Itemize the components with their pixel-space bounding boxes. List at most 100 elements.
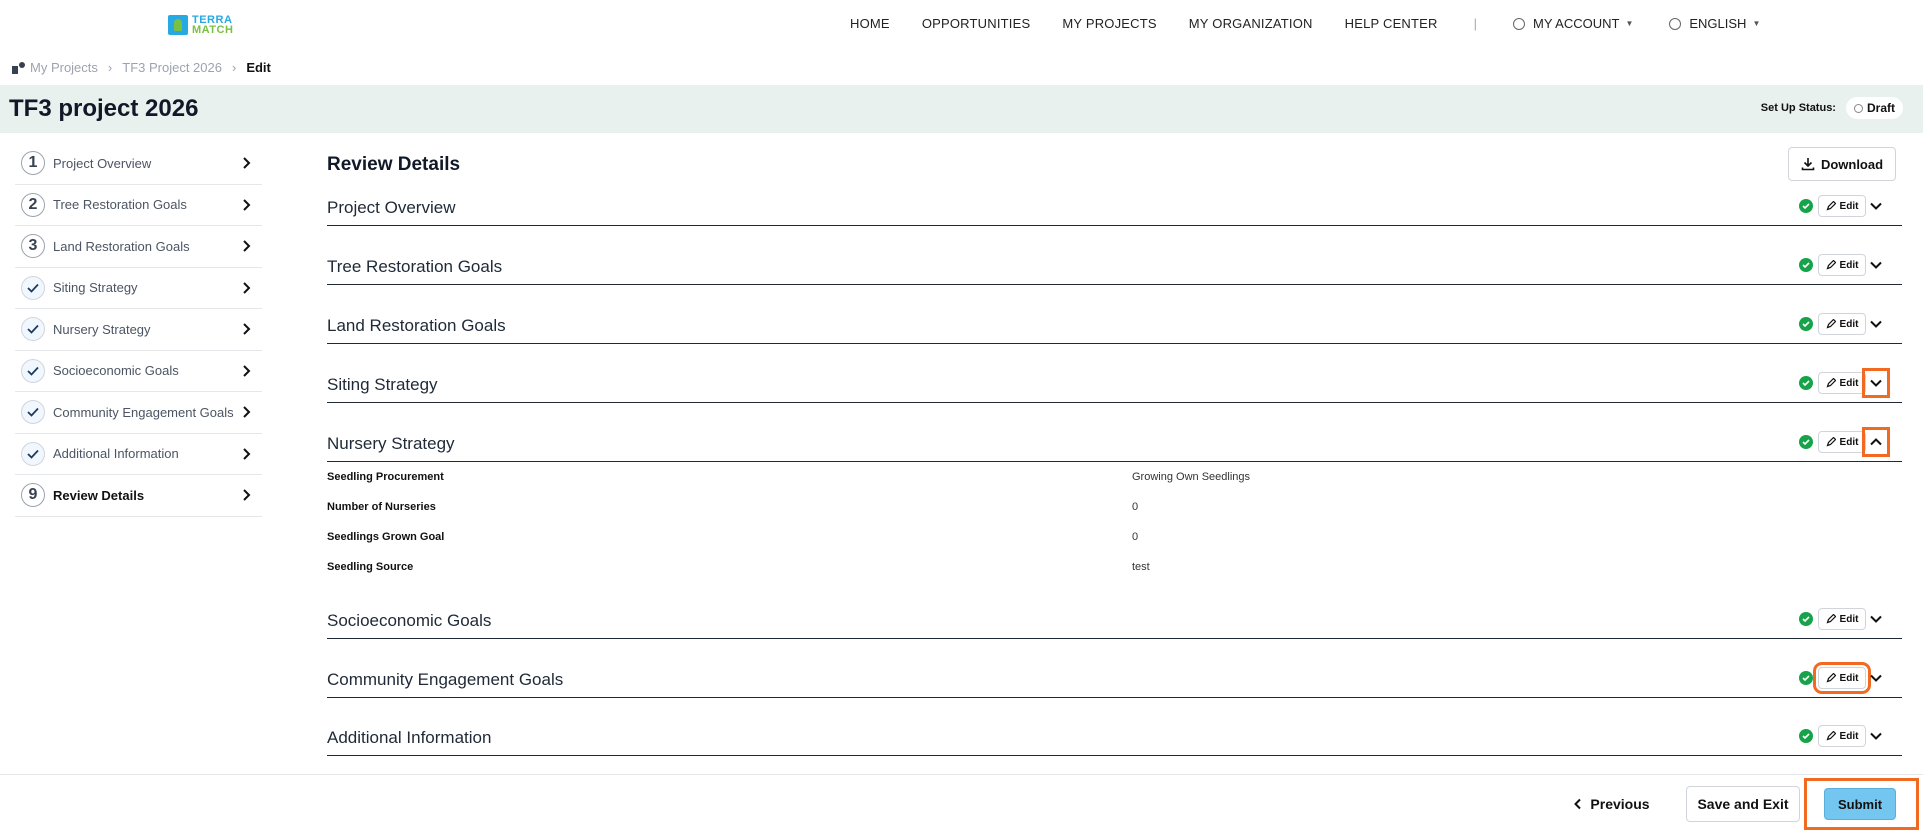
expand-toggle[interactable] (1862, 368, 1890, 398)
section-nursery-strategy: Nursery Strategy Edit Seedling Procureme… (327, 422, 1902, 573)
nav-my-projects[interactable]: MY PROJECTS (1062, 16, 1156, 31)
sidebar-step-tree-restoration-goals[interactable]: 2 Tree Restoration Goals (15, 185, 262, 226)
caret-down-icon: ▼ (1752, 19, 1761, 28)
section-header[interactable]: Tree Restoration Goals Edit (327, 245, 1902, 285)
section-title: Siting Strategy (327, 375, 438, 394)
sidebar-step-community-engagement-goals[interactable]: Community Engagement Goals (15, 392, 262, 434)
check-circle-icon (1799, 258, 1813, 272)
check-circle-icon (1799, 612, 1813, 626)
nav-help-center[interactable]: HELP CENTER (1345, 16, 1438, 31)
edit-button[interactable]: Edit (1818, 195, 1866, 217)
section-community-engagement-goals: Community Engagement Goals Edit (327, 658, 1902, 698)
breadcrumb: My Projects › TF3 Project 2026 › Edit (12, 60, 271, 75)
chevron-down-icon (1870, 674, 1882, 682)
check-circle-icon (1799, 671, 1813, 685)
edit-label: Edit (1839, 377, 1859, 389)
edit-label: Edit (1839, 200, 1859, 212)
chevron-right-icon (243, 406, 251, 418)
check-icon (21, 317, 45, 342)
step-number: 3 (21, 234, 45, 259)
nav-separator: | (1473, 16, 1478, 31)
section-header[interactable]: Additional Information Edit (327, 716, 1902, 756)
detail-label: Seedlings Grown Goal (327, 531, 445, 543)
sidebar-step-socioeconomic-goals[interactable]: Socioeconomic Goals (15, 351, 262, 392)
edit-button[interactable]: Edit (1818, 313, 1866, 335)
nav-home[interactable]: HOME (850, 16, 890, 31)
submit-button[interactable]: Submit (1824, 788, 1896, 820)
edit-button[interactable]: Edit (1818, 431, 1866, 453)
expand-toggle[interactable] (1867, 726, 1885, 746)
download-label: Download (1820, 156, 1884, 172)
globe-icon (1669, 17, 1682, 30)
edit-button[interactable]: Edit (1818, 608, 1866, 630)
check-icon (21, 275, 45, 300)
step-label: Community Engagement Goals (53, 404, 234, 420)
step-label: Socioeconomic Goals (53, 363, 179, 379)
section-header[interactable]: Land Restoration Goals Edit (327, 304, 1902, 344)
section-header[interactable]: Siting Strategy Edit (327, 363, 1902, 403)
expand-toggle[interactable] (1867, 255, 1885, 275)
terramatch-logo[interactable]: TERRA MATCH (168, 13, 233, 37)
section-land-restoration-goals: Land Restoration Goals Edit (327, 304, 1902, 344)
step-label: Tree Restoration Goals (53, 197, 187, 213)
chevron-down-icon (1870, 261, 1882, 269)
edit-label: Edit (1839, 436, 1859, 448)
expand-toggle[interactable] (1867, 668, 1885, 688)
edit-label: Edit (1839, 613, 1859, 625)
nursery-details: Seedling Procurement Growing Own Seedlin… (327, 463, 1902, 583)
detail-label: Seedling Procurement (327, 471, 444, 483)
save-and-exit-button[interactable]: Save and Exit (1686, 786, 1800, 822)
edit-button[interactable]: Edit (1818, 254, 1866, 276)
logo-text-line2: MATCH (192, 24, 234, 36)
expand-toggle[interactable] (1867, 196, 1885, 216)
form-footer: Previous Save and Exit Submit (0, 774, 1923, 831)
language-dropdown[interactable]: ENGLISH ▼ (1669, 16, 1760, 31)
section-title: Land Restoration Goals (327, 316, 506, 335)
sidebar-step-additional-information[interactable]: Additional Information (15, 434, 262, 475)
section-header[interactable]: Community Engagement Goals Edit (327, 658, 1902, 698)
check-circle-icon (1799, 435, 1813, 449)
sidebar-step-nursery-strategy[interactable]: Nursery Strategy (15, 309, 262, 351)
detail-value: Growing Own Seedlings (1132, 471, 1251, 483)
check-circle-icon (1799, 317, 1813, 331)
section-title: Community Engagement Goals (327, 670, 564, 689)
sidebar-step-land-restoration-goals[interactable]: 3 Land Restoration Goals (15, 226, 262, 268)
breadcrumb-my-projects[interactable]: My Projects (30, 60, 98, 75)
check-icon (21, 400, 45, 425)
expand-toggle[interactable] (1867, 609, 1885, 629)
edit-button[interactable]: Edit (1818, 725, 1866, 747)
nav-my-organization[interactable]: MY ORGANIZATION (1189, 16, 1313, 31)
section-header[interactable]: Project Overview Edit (327, 186, 1902, 226)
my-account-dropdown[interactable]: MY ACCOUNT ▼ (1513, 16, 1633, 31)
nav-opportunities[interactable]: OPPORTUNITIES (922, 16, 1031, 31)
sidebar-step-project-overview[interactable]: 1 Project Overview (15, 143, 262, 185)
chevron-right-icon (243, 240, 251, 252)
language-label: ENGLISH (1689, 16, 1747, 31)
detail-row: Seedling Source test (327, 553, 1902, 583)
detail-row: Number of Nurseries 0 (327, 493, 1902, 523)
section-header[interactable]: Socioeconomic Goals Edit (327, 599, 1902, 639)
sidebar-step-siting-strategy[interactable]: Siting Strategy (15, 268, 262, 309)
step-label: Additional Information (53, 446, 179, 462)
chevron-down-icon (1870, 732, 1882, 740)
section-header[interactable]: Nursery Strategy Edit (327, 422, 1902, 462)
breadcrumb-project[interactable]: TF3 Project 2026 (122, 60, 222, 75)
chevron-right-icon (243, 447, 251, 460)
pencil-icon (1826, 437, 1836, 447)
download-button[interactable]: Download (1788, 147, 1896, 181)
review-title: Review Details (327, 154, 461, 175)
expand-toggle[interactable] (1867, 314, 1885, 334)
collapse-toggle[interactable] (1862, 427, 1890, 457)
edit-button[interactable]: Edit (1818, 372, 1866, 394)
chevron-down-icon (1870, 379, 1882, 387)
step-number: 1 (21, 151, 45, 176)
previous-button[interactable]: Previous (1568, 786, 1654, 822)
pencil-icon (1826, 614, 1836, 624)
section-title: Socioeconomic Goals (327, 611, 492, 630)
detail-label: Seedling Source (327, 561, 414, 573)
setup-status-label: Set Up Status: (1760, 102, 1836, 114)
section-title: Nursery Strategy (327, 434, 455, 453)
step-number: 2 (21, 192, 45, 217)
edit-button[interactable]: Edit (1813, 662, 1871, 694)
sidebar-step-review-details[interactable]: 9 Review Details (15, 475, 262, 517)
